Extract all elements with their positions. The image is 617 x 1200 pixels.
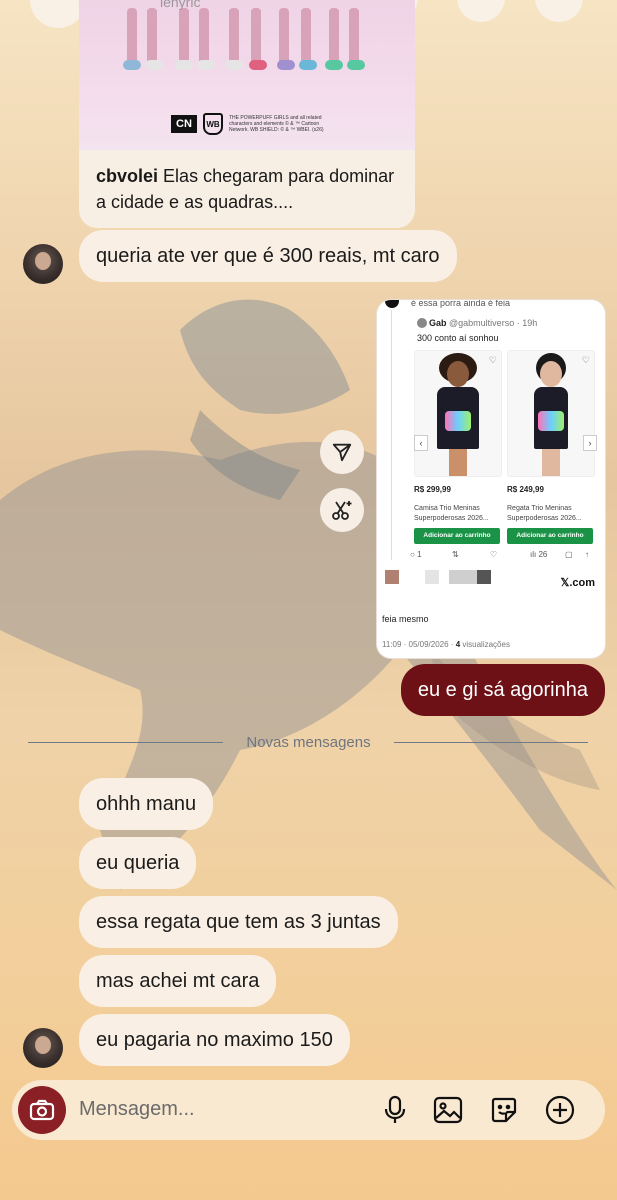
- thread-line: [391, 310, 392, 560]
- post-author: Gab: [429, 318, 447, 328]
- reel-handle: lenyric: [160, 0, 201, 10]
- shared-reel-card[interactable]: CN WB THE POWERPUFF GIRLS and all relate…: [79, 0, 415, 228]
- like-icon[interactable]: ♡: [490, 550, 497, 559]
- shared-x-post[interactable]: é essa porra ainda é feia Gab @gabmultiv…: [377, 300, 605, 658]
- avatar[interactable]: [23, 244, 63, 284]
- add-to-cart-button[interactable]: Adicionar ao carrinho: [507, 528, 593, 544]
- heart-icon[interactable]: ♡: [582, 355, 590, 366]
- product-image: ♡: [507, 350, 595, 477]
- message-input[interactable]: Mensagem...: [79, 1098, 195, 1121]
- microphone-icon: [384, 1095, 406, 1123]
- reel-thumbnail: CN WB THE POWERPUFF GIRLS and all relate…: [79, 0, 415, 150]
- sticker-button[interactable]: [488, 1094, 520, 1126]
- post-header: Gab @gabmultiverso · 19h: [417, 318, 537, 328]
- post-handle: @gabmultiverso: [449, 318, 515, 328]
- camera-button[interactable]: [18, 1086, 66, 1134]
- received-message[interactable]: eu queria: [79, 837, 197, 889]
- message-composer: Mensagem...: [12, 1080, 605, 1140]
- avatar[interactable]: [23, 1028, 63, 1068]
- legal-text: THE POWERPUFF GIRLS and all related char…: [229, 115, 324, 133]
- reel-username: cbvolei: [96, 166, 159, 186]
- send-icon: [332, 443, 352, 462]
- carousel-prev-button[interactable]: ‹: [414, 435, 428, 451]
- product-image: ♡: [414, 350, 502, 477]
- received-message[interactable]: ohhh manu: [79, 778, 214, 830]
- remix-button[interactable]: [320, 488, 364, 532]
- received-message[interactable]: essa regata que tem as 3 juntas: [79, 896, 398, 948]
- product-name: Regata Trio Meninas Superpoderosas 2026.…: [507, 505, 582, 522]
- post-text: 300 conto aí sonhou: [417, 333, 499, 343]
- post-meta: 11:09 · 05/09/2026 · 4 visualizações: [382, 640, 510, 649]
- camera-icon: [29, 1099, 55, 1121]
- heart-icon[interactable]: ♡: [489, 355, 497, 366]
- received-message[interactable]: eu pagaria no maximo 150: [79, 1014, 350, 1066]
- gallery-button[interactable]: [432, 1094, 464, 1126]
- reel-caption: cbvolei Elas chegaram para dominar a cid…: [96, 163, 396, 215]
- product-card-2[interactable]: ♡ R$ 249,99 Regata Trio Meninas Superpod…: [507, 350, 595, 544]
- post-top-text: é essa porra ainda é feia: [411, 300, 511, 308]
- reaction-circle-1[interactable]: [30, 0, 86, 28]
- received-message[interactable]: mas achei mt cara: [79, 955, 277, 1007]
- retweet-icon[interactable]: ⇅: [452, 550, 459, 559]
- scissors-sparkle-icon: [332, 501, 352, 520]
- mic-button[interactable]: [379, 1094, 411, 1126]
- share-icon[interactable]: ↑: [585, 550, 589, 559]
- bookmark-icon[interactable]: ▢: [565, 550, 573, 559]
- author-avatar: [417, 318, 427, 328]
- product-price: R$ 299,99: [414, 485, 451, 494]
- new-messages-label: Novas mensagens: [246, 734, 371, 751]
- reaction-circle-3[interactable]: [457, 0, 505, 22]
- post-reply-text: feia mesmo: [382, 614, 429, 624]
- reaction-circle-4[interactable]: [535, 0, 583, 22]
- reply-count[interactable]: ○ 1: [410, 550, 422, 559]
- product-price: R$ 249,99: [507, 485, 544, 494]
- image-icon: [433, 1096, 463, 1124]
- brand-logos: CN WB THE POWERPUFF GIRLS and all relate…: [171, 113, 329, 135]
- add-button[interactable]: [544, 1094, 576, 1126]
- sent-message[interactable]: eu e gi sá agorinha: [400, 664, 605, 716]
- view-count[interactable]: ılı 26: [530, 550, 547, 559]
- plus-icon: [545, 1095, 575, 1125]
- wb-logo: WB: [203, 113, 223, 135]
- post-time: 19h: [522, 318, 538, 328]
- product-name: Camisa Trio Meninas Superpoderosas 2026.…: [414, 505, 489, 522]
- cartoon-network-logo: CN: [171, 115, 197, 133]
- sticker-icon: [491, 1097, 517, 1123]
- share-button[interactable]: [320, 430, 364, 474]
- received-message[interactable]: queria ate ver que é 300 reais, mt caro: [79, 230, 457, 282]
- carousel-next-button[interactable]: ›: [583, 435, 597, 451]
- x-source-label: 𝕏.com: [560, 577, 595, 589]
- add-to-cart-button[interactable]: Adicionar ao carrinho: [414, 528, 500, 544]
